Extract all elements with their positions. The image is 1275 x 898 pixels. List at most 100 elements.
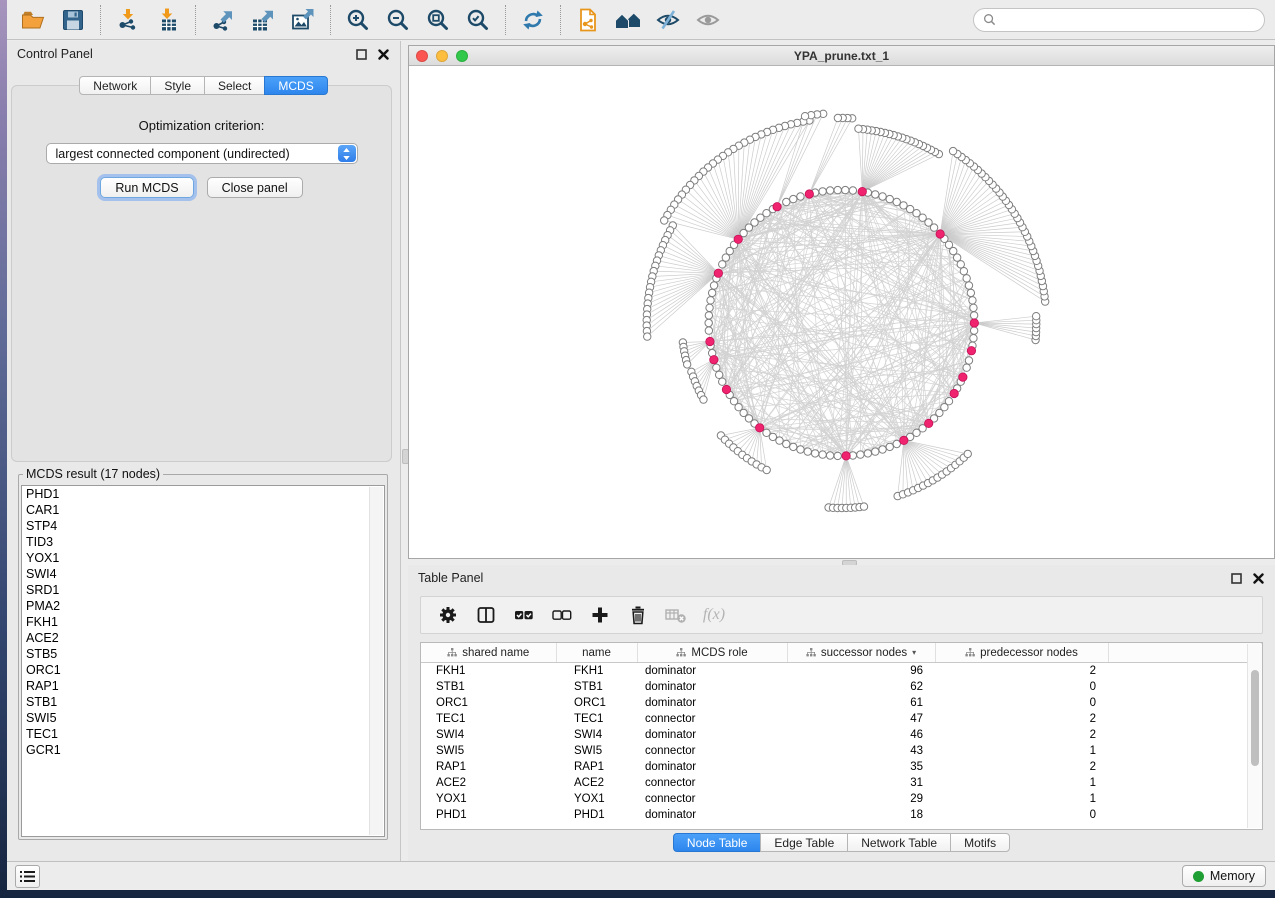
column-header[interactable]: shared name [421,643,556,663]
table-row[interactable]: PHD1PHD1dominator180 [421,807,1262,823]
mcds-scrollbar-track[interactable] [369,487,383,835]
close-panel-action-button[interactable]: Close panel [207,177,303,198]
houses-button[interactable] [608,3,648,37]
table-cell[interactable]: YOX1 [421,791,556,807]
tab-edge-table[interactable]: Edge Table [760,833,848,852]
import-table-button[interactable] [148,3,188,37]
mcds-result-item[interactable]: FKH1 [22,614,384,630]
table-cell[interactable]: SWI5 [556,743,637,759]
table-cell[interactable]: 2 [935,727,1108,743]
tab-network[interactable]: Network [79,76,151,95]
table-cell[interactable]: connector [637,775,787,791]
zoom-selected-button[interactable] [458,3,498,37]
table-cell[interactable]: connector [637,743,787,759]
tab-select[interactable]: Select [204,76,265,95]
deselect-all-button[interactable] [545,600,579,630]
table-row[interactable]: SWI4SWI4dominator462 [421,727,1262,743]
table-cell[interactable]: PHD1 [556,807,637,823]
zoom-in-button[interactable] [338,3,378,37]
tab-motifs[interactable]: Motifs [950,833,1010,852]
add-column-button[interactable] [583,600,617,630]
table-cell[interactable]: ORC1 [556,695,637,711]
import-network-button[interactable] [108,3,148,37]
table-cell[interactable]: 43 [787,743,935,759]
table-cell[interactable]: 18 [787,807,935,823]
column-settings-button[interactable] [431,600,465,630]
table-cell[interactable]: 1 [935,743,1108,759]
mcds-result-item[interactable]: GCR1 [22,742,384,758]
table-row[interactable]: ACE2ACE2connector311 [421,775,1262,791]
mcds-result-item[interactable]: STB5 [22,646,384,662]
table-cell[interactable]: ORC1 [421,695,556,711]
column-header[interactable]: successor nodes▾ [787,643,935,663]
table-row[interactable]: RAP1RAP1dominator352 [421,759,1262,775]
table-cell[interactable]: 61 [787,695,935,711]
export-table-button[interactable] [243,3,283,37]
mcds-result-item[interactable]: TID3 [22,534,384,550]
open-session-button[interactable] [13,3,53,37]
table-cell[interactable]: 0 [935,679,1108,695]
table-cell[interactable]: TEC1 [421,711,556,727]
zoom-out-button[interactable] [378,3,418,37]
tab-mcds[interactable]: MCDS [264,76,327,95]
criterion-dropdown[interactable]: largest connected component (undirected) [46,143,358,164]
tab-style[interactable]: Style [150,76,205,95]
search-box[interactable] [973,8,1265,32]
run-mcds-button[interactable]: Run MCDS [100,177,193,198]
new-network-from-selection-button[interactable] [568,3,608,37]
table-cell[interactable]: SWI5 [421,743,556,759]
table-scrollbar-thumb[interactable] [1251,670,1259,766]
table-cell[interactable]: 47 [787,711,935,727]
table-row[interactable]: SWI5SWI5connector431 [421,743,1262,759]
mcds-result-item[interactable]: ORC1 [22,662,384,678]
mcds-result-item[interactable]: TEC1 [22,726,384,742]
table-cell[interactable]: dominator [637,759,787,775]
table-cell[interactable]: YOX1 [556,791,637,807]
table-cell[interactable]: 31 [787,775,935,791]
mcds-result-item[interactable]: RAP1 [22,678,384,694]
table-cell[interactable]: dominator [637,807,787,823]
close-panel-button[interactable] [376,47,390,61]
delete-column-button[interactable] [621,600,655,630]
mcds-result-item[interactable]: CAR1 [22,502,384,518]
table-cell[interactable]: STB1 [421,679,556,695]
table-cell[interactable]: 29 [787,791,935,807]
table-cell[interactable]: 0 [935,807,1108,823]
table-cell[interactable]: dominator [637,727,787,743]
task-history-button[interactable] [15,865,40,888]
table-cell[interactable]: 1 [935,791,1108,807]
mcds-result-list[interactable]: PHD1CAR1STP4TID3YOX1SWI4SRD1PMA2FKH1ACE2… [21,485,385,837]
network-window-titlebar[interactable]: YPA_prune.txt_1 [409,46,1274,66]
close-panel-button[interactable] [1251,571,1265,585]
table-row[interactable]: STB1STB1dominator620 [421,679,1262,695]
table-cell[interactable]: PHD1 [421,807,556,823]
table-row[interactable]: YOX1YOX1connector291 [421,791,1262,807]
search-input[interactable] [1002,12,1255,28]
table-cell[interactable]: dominator [637,679,787,695]
float-panel-button[interactable] [354,47,368,61]
table-cell[interactable]: STB1 [556,679,637,695]
table-cell[interactable]: 0 [935,695,1108,711]
tab-node-table[interactable]: Node Table [673,833,762,852]
network-canvas[interactable] [409,65,1274,558]
table-scrollbar[interactable] [1247,644,1262,828]
table-cell[interactable]: 2 [935,711,1108,727]
function-builder-button[interactable]: f(x) [697,600,731,630]
mcds-result-item[interactable]: SRD1 [22,582,384,598]
table-cell[interactable]: FKH1 [421,663,556,680]
mcds-result-item[interactable]: ACE2 [22,630,384,646]
mcds-result-item[interactable]: STP4 [22,518,384,534]
table-cell[interactable]: connector [637,791,787,807]
table-cell[interactable]: 2 [935,759,1108,775]
table-cell[interactable]: connector [637,711,787,727]
vertical-splitter[interactable] [401,41,408,862]
table-cell[interactable]: dominator [637,695,787,711]
table-cell[interactable]: TEC1 [556,711,637,727]
table-cell[interactable]: 62 [787,679,935,695]
show-all-button[interactable] [688,3,728,37]
zoom-fit-button[interactable] [418,3,458,37]
table-cell[interactable]: ACE2 [421,775,556,791]
window-zoom-button[interactable] [456,50,468,62]
export-network-button[interactable] [203,3,243,37]
table-cell[interactable]: 35 [787,759,935,775]
